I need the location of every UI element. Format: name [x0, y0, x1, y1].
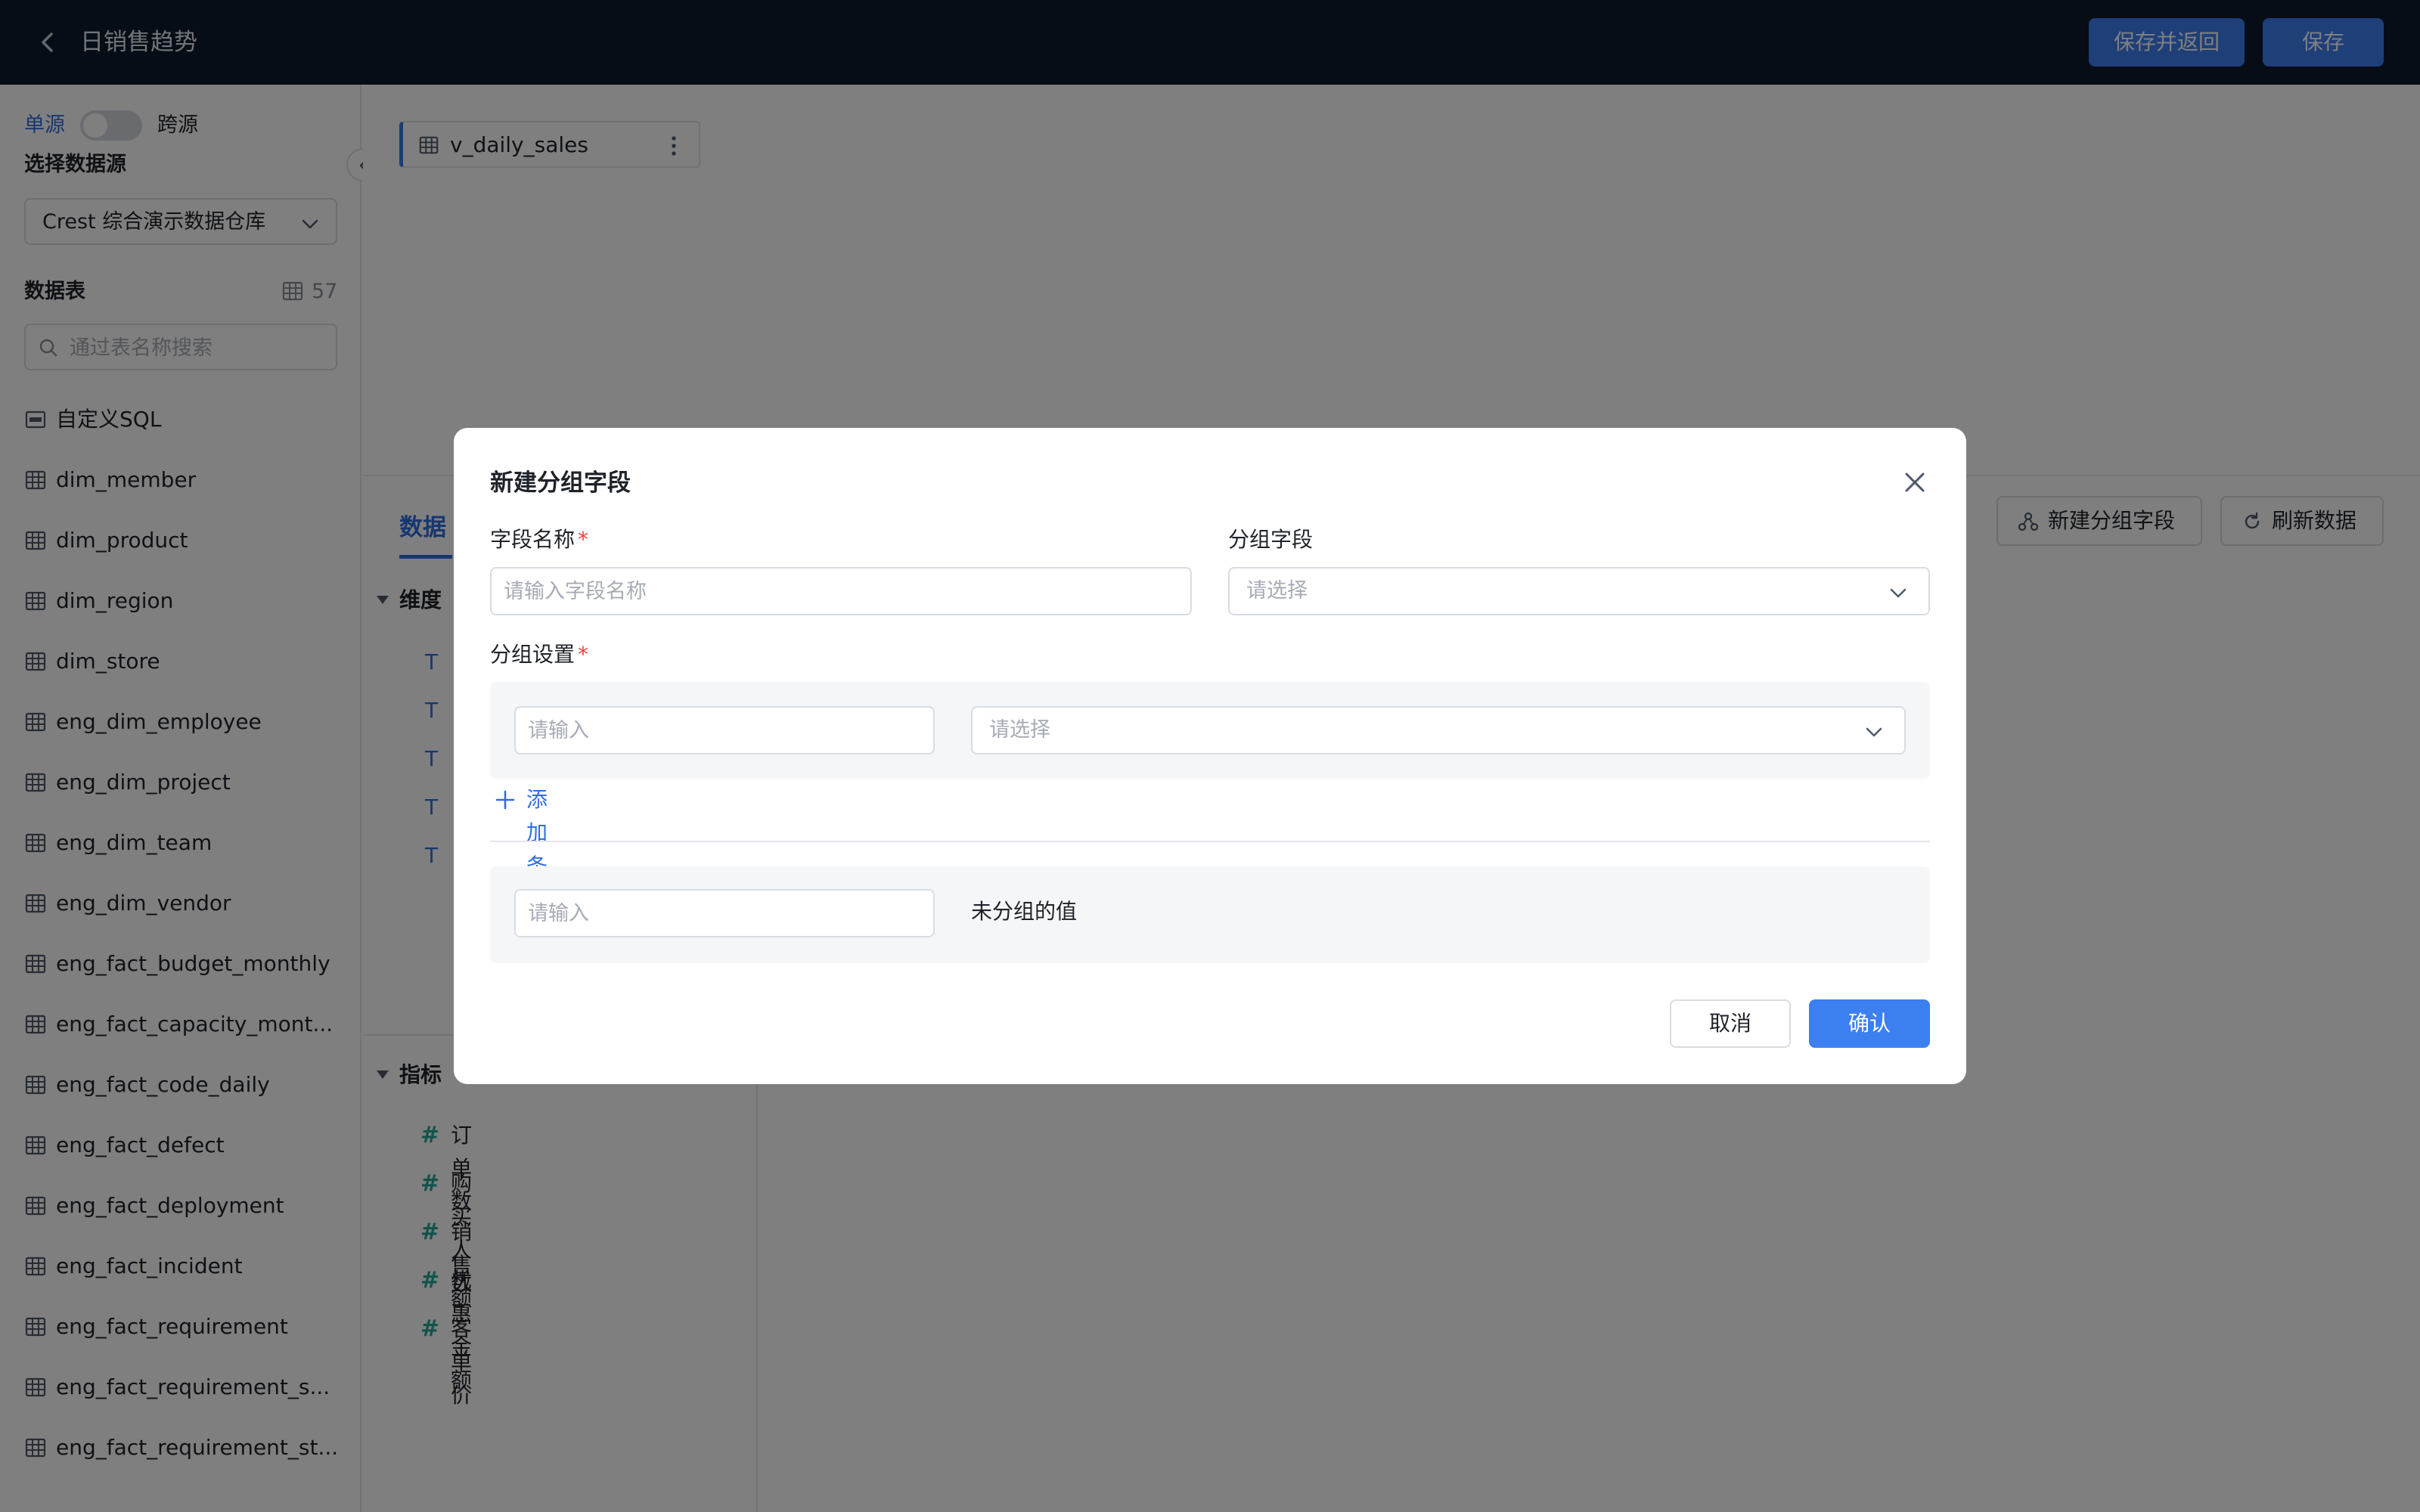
field-name-label-text: 字段名称	[490, 527, 576, 552]
chevron-down-icon	[1888, 582, 1909, 603]
ungrouped-row	[490, 866, 1930, 963]
required-mark: *	[578, 642, 589, 667]
group-condition-row: 请选择	[490, 682, 1930, 779]
dialog-title: 新建分组字段	[490, 469, 631, 497]
close-icon[interactable]	[1900, 467, 1930, 497]
confirm-button[interactable]: 确认	[1809, 999, 1930, 1048]
ungrouped-name-input[interactable]	[514, 889, 935, 937]
group-field-label: 分组字段	[1228, 527, 1314, 552]
group-settings-label: 分组设置 *	[490, 640, 588, 670]
chevron-down-icon	[1863, 721, 1885, 742]
group-settings-label-text: 分组设置	[490, 642, 576, 667]
new-group-field-dialog: 新建分组字段 字段名称* 分组字段 请选择 分组设置* 请选择 添加条件 未分组…	[454, 428, 1966, 1084]
group-values-select[interactable]: 请选择	[971, 706, 1906, 754]
cancel-button[interactable]: 取消	[1670, 999, 1791, 1048]
dialog-divider	[490, 841, 1930, 842]
field-name-label: 字段名称 *	[490, 525, 588, 555]
group-field-select-placeholder: 请选择	[1246, 579, 1308, 603]
ungrouped-values-label: 未分组的值	[971, 899, 1078, 924]
plus-icon	[495, 789, 516, 810]
group-values-select-placeholder: 请选择	[989, 718, 1050, 742]
group-field-select[interactable]: 请选择	[1228, 567, 1930, 615]
group-name-input[interactable]	[514, 706, 935, 754]
required-mark: *	[578, 527, 589, 552]
field-name-input[interactable]	[490, 567, 1192, 615]
